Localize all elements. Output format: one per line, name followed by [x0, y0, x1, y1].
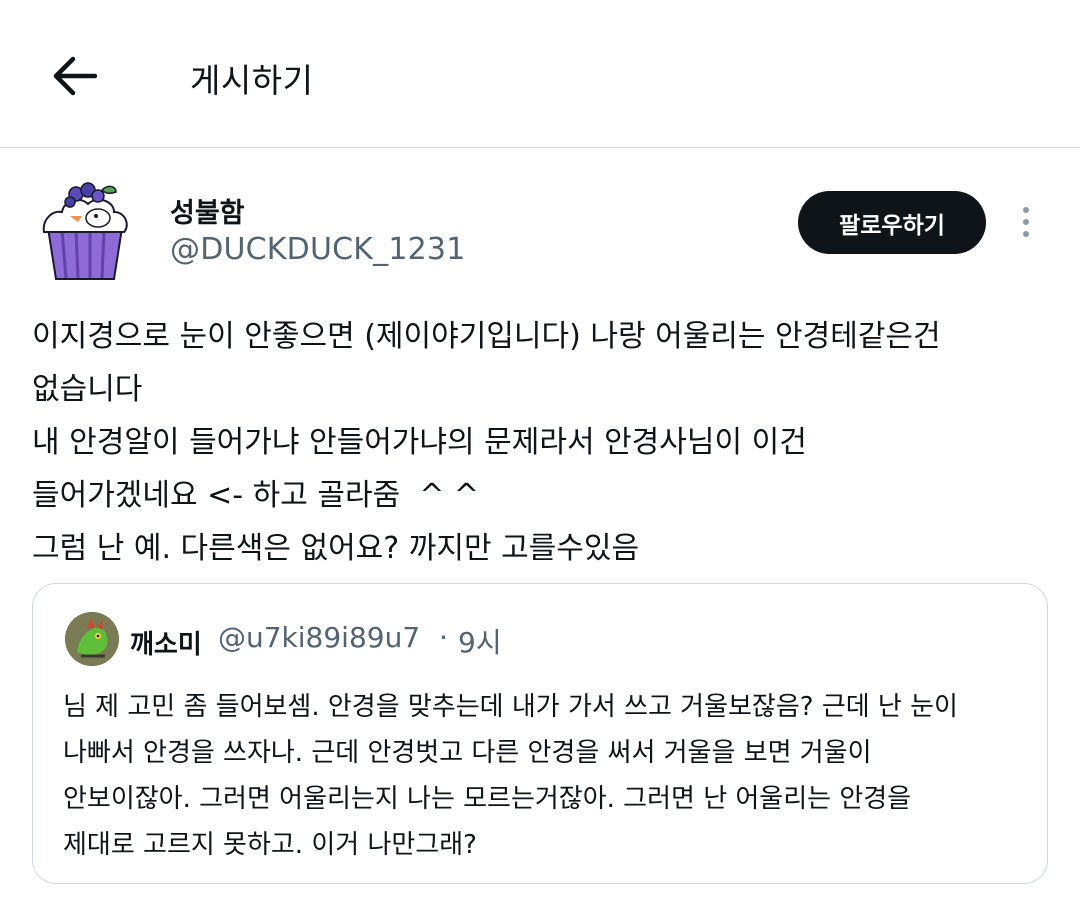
blueberry-cupcake-avatar-icon — [42, 182, 128, 280]
quoted-author-avatar[interactable] — [65, 612, 119, 666]
follow-button[interactable]: 팔로우하기 — [798, 191, 986, 254]
quoted-post-text: 님 제 고민 좀 들어보셈. 안경을 맞추는데 내가 가서 쓰고 거울보잖음? … — [63, 692, 958, 860]
top-bar: 게시하기 — [0, 0, 1080, 148]
back-button[interactable] — [44, 48, 104, 104]
author-handle[interactable]: @DUCKDUCK_1231 — [170, 232, 466, 267]
arrow-left-icon — [53, 56, 97, 96]
more-button[interactable] — [1006, 198, 1046, 246]
meta-separator: · — [439, 621, 448, 654]
lizard-avatar-icon — [65, 612, 119, 666]
quoted-author-handle: @u7ki89i89u7 — [218, 621, 421, 654]
author-name[interactable]: 성불함 — [170, 191, 245, 230]
quoted-post[interactable]: 깨소미 @u7ki89i89u7 · 9시 님 제 고민 좀 들어보셈. 안경을… — [32, 583, 1048, 884]
more-vertical-icon-dot — [1023, 207, 1029, 213]
more-vertical-icon-dot — [1023, 219, 1029, 225]
post-text: 이지경으로 눈이 안좋으면 (제이야기입니다) 나랑 어울리는 안경테같은건 없… — [32, 319, 941, 566]
more-vertical-icon-dot — [1023, 231, 1029, 237]
quoted-post-time[interactable]: 9시 — [458, 621, 502, 661]
page-title: 게시하기 — [190, 61, 314, 100]
author-avatar[interactable] — [40, 182, 130, 282]
quoted-author-name: 깨소미 — [130, 630, 202, 660]
